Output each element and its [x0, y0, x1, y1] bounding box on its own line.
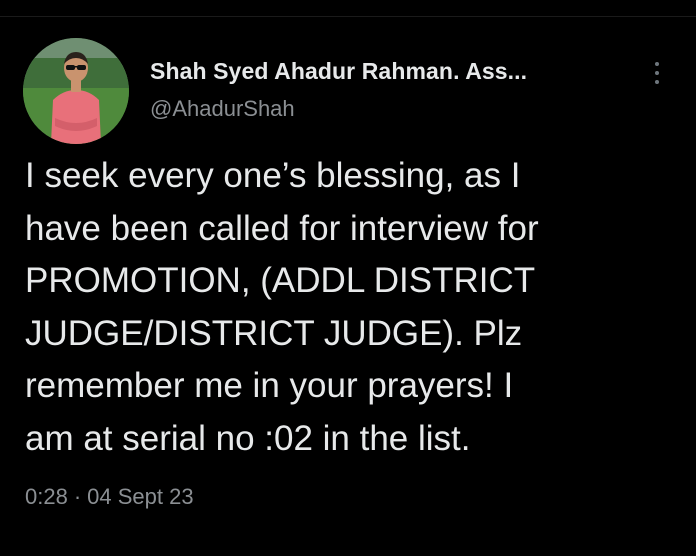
- tweet-date: 04 Sept 23: [87, 484, 194, 509]
- top-divider: [0, 16, 696, 17]
- more-vertical-icon-dot: [655, 71, 659, 75]
- more-options-button[interactable]: [643, 56, 671, 90]
- more-vertical-icon: [655, 62, 659, 66]
- tweet-card: Shah Syed Ahadur Rahman. Ass... @AhadurS…: [0, 0, 696, 556]
- author-display-name[interactable]: Shah Syed Ahadur Rahman. Ass...: [150, 58, 630, 85]
- avatar[interactable]: [23, 38, 129, 144]
- meta-separator: ·: [73, 484, 82, 509]
- avatar-image: [23, 38, 129, 144]
- tweet-text: I seek every one’s blessing, as I have b…: [25, 156, 539, 458]
- author-handle[interactable]: @AhadurShah: [150, 96, 295, 122]
- tweet-time: 0:28: [25, 484, 68, 509]
- tweet-timestamp[interactable]: 0:28 · 04 Sept 23: [25, 484, 194, 510]
- more-vertical-icon-dot: [655, 80, 659, 84]
